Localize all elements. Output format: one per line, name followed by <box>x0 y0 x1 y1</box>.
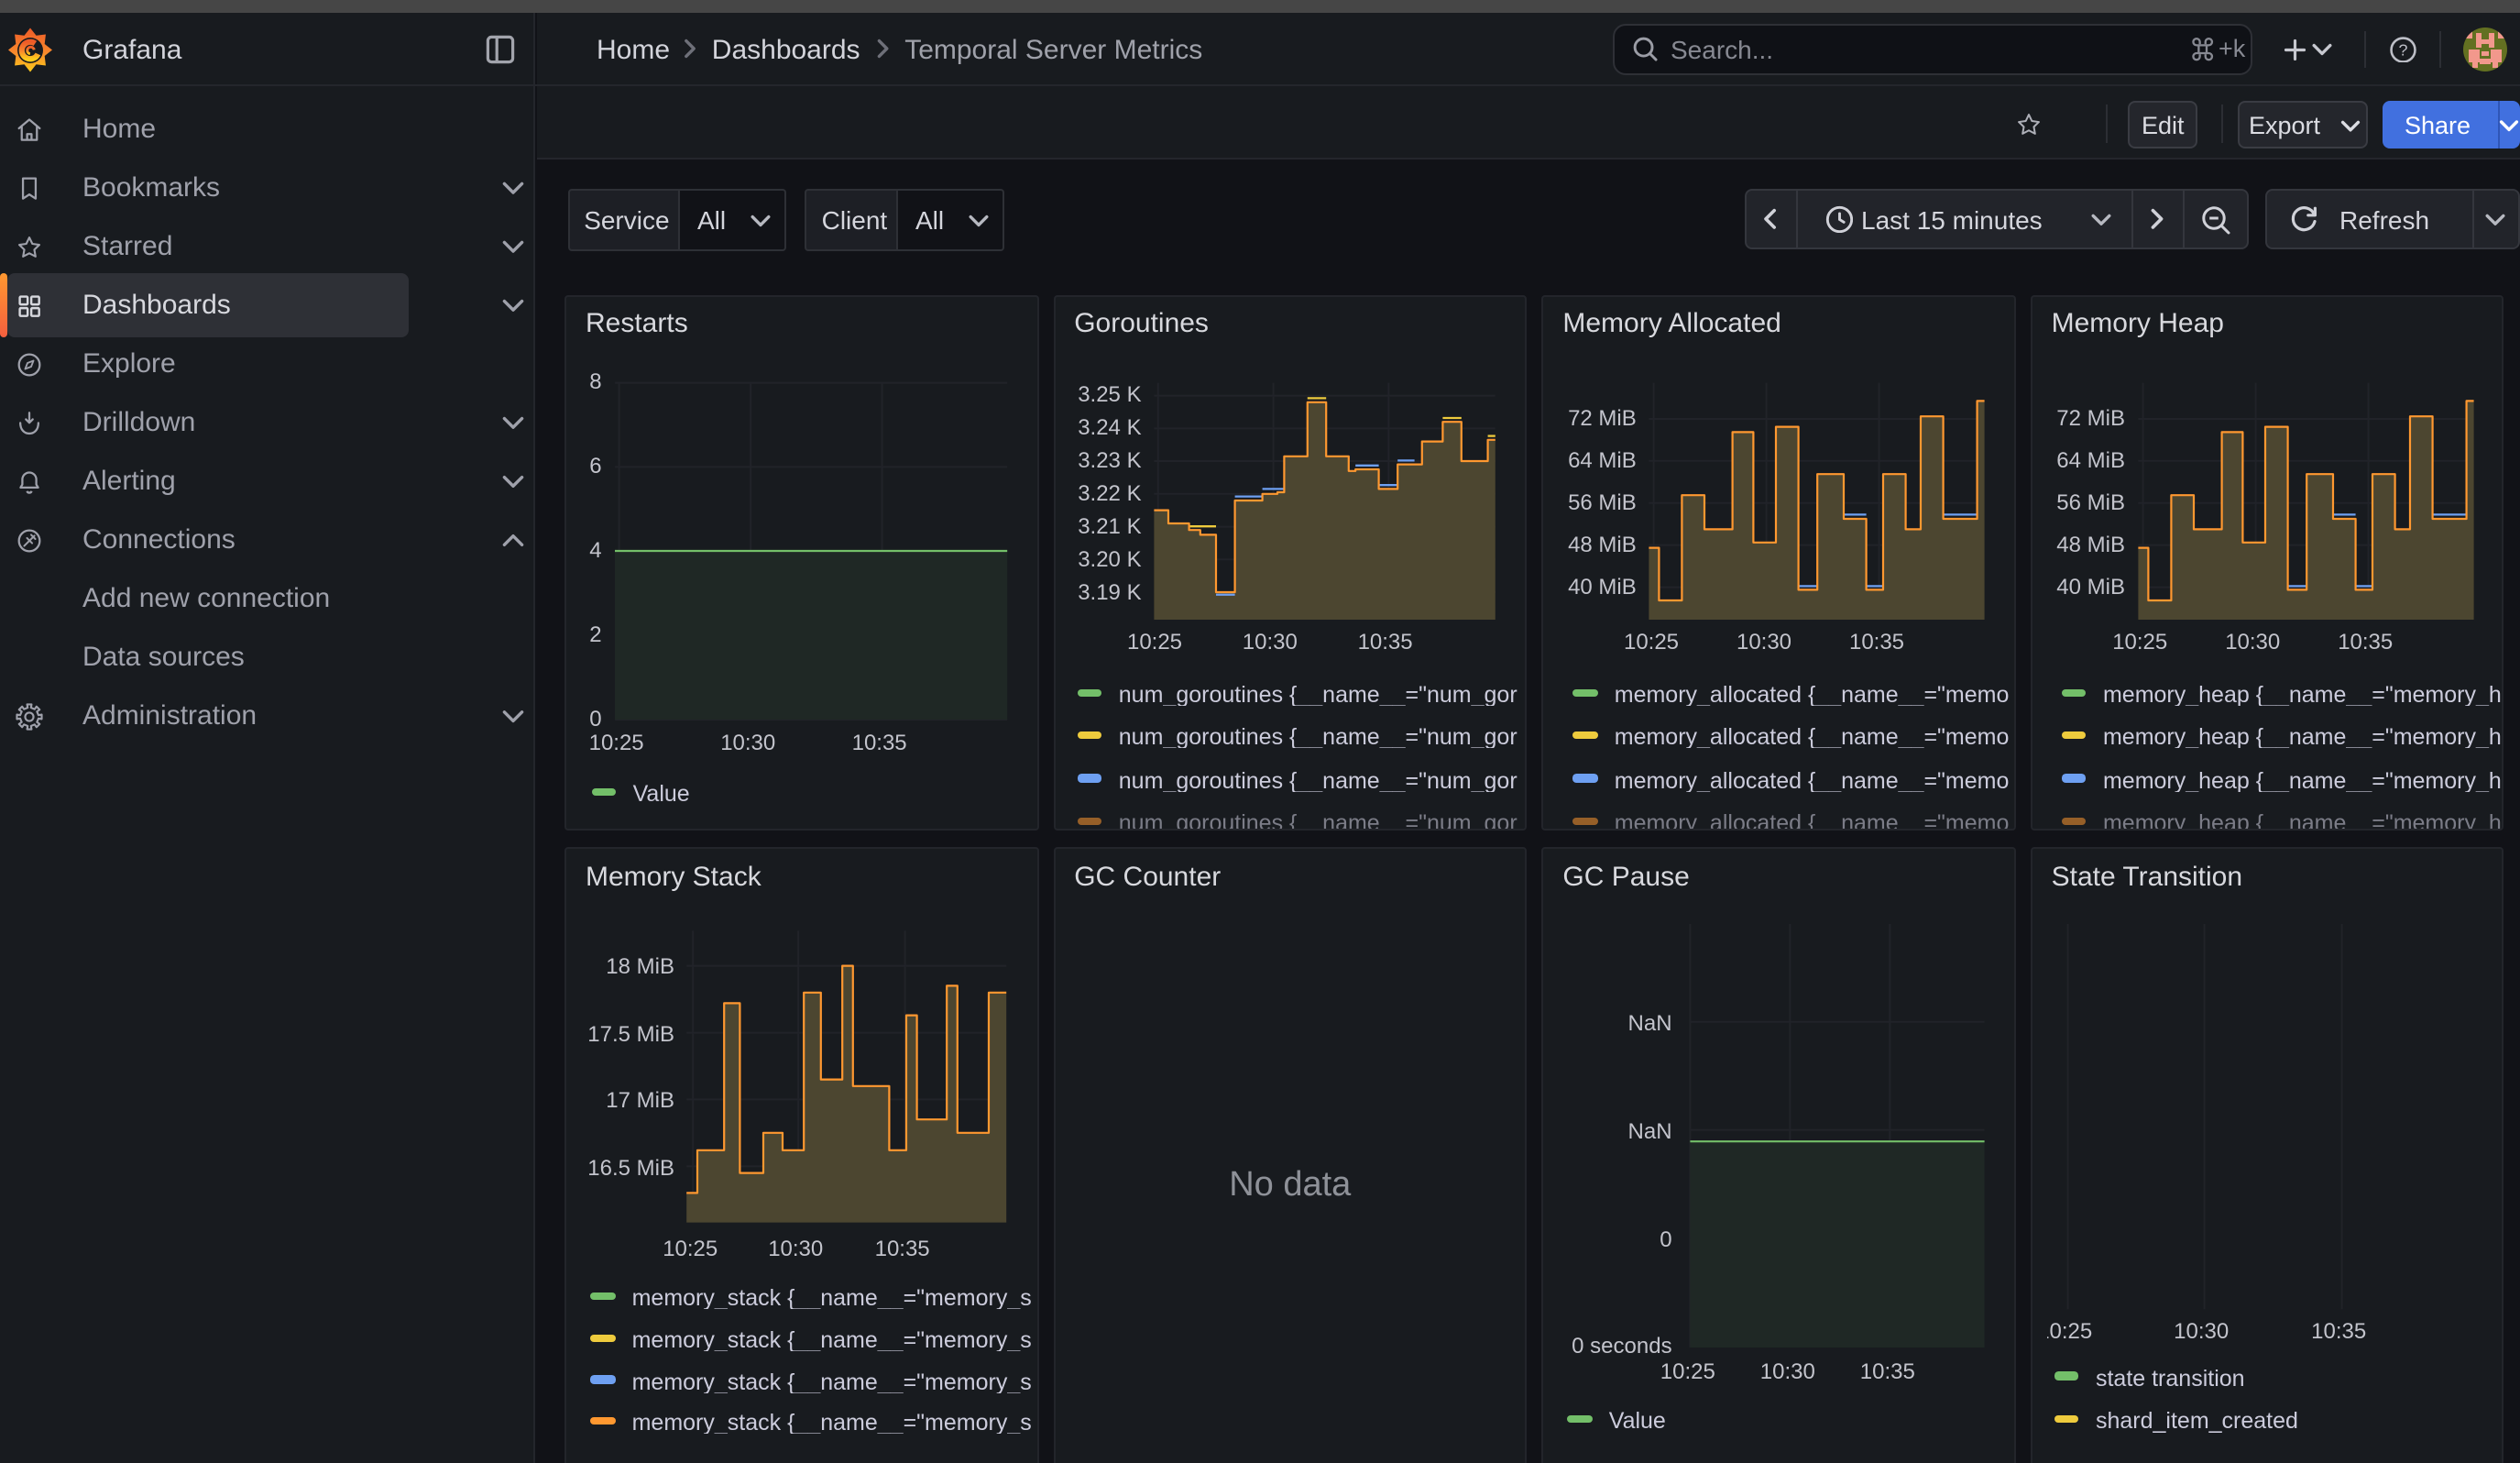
svg-text:?: ? <box>2399 39 2408 58</box>
